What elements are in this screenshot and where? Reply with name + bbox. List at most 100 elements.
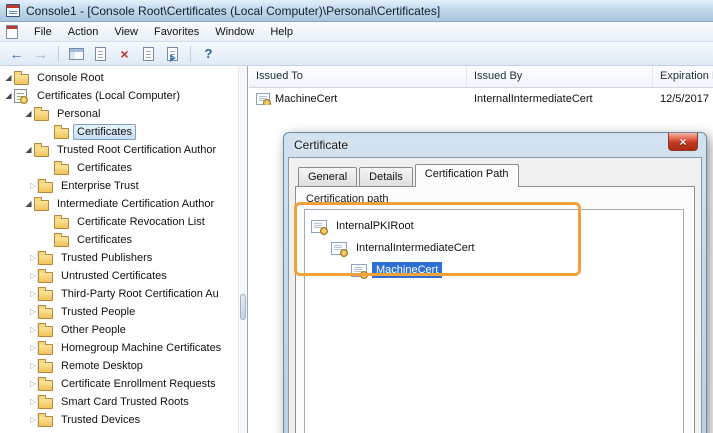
tab-details[interactable]: Details	[359, 167, 413, 186]
collapse-arrow-icon[interactable]: ▷	[23, 268, 38, 284]
export-icon	[95, 47, 106, 61]
collapse-arrow-icon[interactable]: ▷	[23, 358, 38, 374]
path-item-internalpkiroot[interactable]: InternalPKIRoot	[305, 215, 683, 237]
certificate-row[interactable]: MachineCert InternalIntermediateCert 12/…	[249, 90, 713, 108]
export-list-button[interactable]	[162, 44, 183, 64]
expand-arrow-icon[interactable]: ◢	[3, 74, 14, 82]
tree-item-trusted-devices[interactable]: ▷ Trusted Devices	[0, 411, 247, 429]
certificate-icon	[256, 93, 270, 105]
tab-general[interactable]: General	[298, 167, 357, 186]
tree-item-label: Intermediate Certification Author	[53, 196, 218, 212]
tree-item-homegroup[interactable]: ▷ Homegroup Machine Certificates	[0, 339, 247, 357]
tree-item-untrusted-certificates[interactable]: ▷ Untrusted Certificates	[0, 267, 247, 285]
tree-item-personal[interactable]: ◢ Personal	[0, 105, 247, 123]
tree-item-remote-desktop[interactable]: ▷ Remote Desktop	[0, 357, 247, 375]
collapse-arrow-icon[interactable]: ▷	[23, 376, 38, 392]
forward-icon: →	[34, 47, 48, 61]
menu-action[interactable]: Action	[60, 24, 107, 40]
path-item-label: InternalIntermediateCert	[352, 240, 479, 256]
menu-view[interactable]: View	[106, 24, 146, 40]
tree-item-trusted-people[interactable]: ▷ Trusted People	[0, 303, 247, 321]
delete-icon: ×	[120, 47, 128, 61]
collapse-arrow-icon[interactable]: ▷	[23, 394, 38, 410]
tree-item-label: Certificates	[73, 232, 136, 248]
tree-item-trusted-root[interactable]: ◢ Trusted Root Certification Author	[0, 141, 247, 159]
certificate-icon	[331, 242, 347, 255]
certificate-icon	[311, 220, 327, 233]
certificates-snapin-icon	[14, 89, 27, 103]
tree-item-label: Trusted Root Certification Author	[53, 142, 220, 158]
tree-item-certificates-local-computer[interactable]: ◢ Certificates (Local Computer)	[0, 87, 247, 105]
folder-icon	[54, 236, 69, 247]
dialog-body: General Details Certification Path Certi…	[288, 157, 702, 433]
tree-item-label: Certificates	[73, 160, 136, 176]
help-icon: ?	[205, 47, 213, 60]
column-header-issued-by[interactable]: Issued By	[467, 66, 653, 87]
menu-file[interactable]: File	[26, 24, 60, 40]
folder-icon	[38, 254, 53, 265]
folder-icon	[54, 128, 69, 139]
tree-item-label: Remote Desktop	[57, 358, 147, 374]
tree-item-trusted-publishers[interactable]: ▷ Trusted Publishers	[0, 249, 247, 267]
folder-icon	[54, 218, 69, 229]
tree-item-cert-enrollment-requests[interactable]: ▷ Certificate Enrollment Requests	[0, 375, 247, 393]
collapse-arrow-icon[interactable]: ▷	[23, 250, 38, 266]
properties-button[interactable]	[138, 44, 159, 64]
expand-arrow-icon[interactable]: ◢	[23, 146, 34, 154]
certification-path-panel: Certification path InternalPKIRoot Inter…	[295, 186, 695, 433]
export-list-icon	[167, 47, 178, 61]
tree-item-intermediate[interactable]: ◢ Intermediate Certification Author	[0, 195, 247, 213]
tree-item-other-people[interactable]: ▷ Other People	[0, 321, 247, 339]
tree-item-label: Console Root	[33, 70, 108, 86]
tree-item-label: Certificate Revocation List	[73, 214, 209, 230]
tree-item-label: Other People	[57, 322, 130, 338]
dialog-close-button[interactable]: ×	[668, 133, 698, 151]
tab-certification-path[interactable]: Certification Path	[415, 164, 519, 187]
collapse-arrow-icon[interactable]: ▷	[23, 304, 38, 320]
tree-item-console-root[interactable]: ◢ Console Root	[0, 69, 247, 87]
help-button[interactable]: ?	[198, 44, 219, 64]
menu-help[interactable]: Help	[262, 24, 301, 40]
delete-button[interactable]: ×	[114, 44, 135, 64]
expand-arrow-icon[interactable]: ◢	[23, 110, 34, 118]
menu-favorites[interactable]: Favorites	[146, 24, 207, 40]
scrollbar-thumb[interactable]	[240, 294, 246, 320]
export-button[interactable]	[90, 44, 111, 64]
expand-arrow-icon[interactable]: ◢	[3, 92, 14, 100]
dialog-title: Certificate	[294, 138, 348, 152]
tree-item-enterprise-trust[interactable]: ▷ Enterprise Trust	[0, 177, 247, 195]
tree-scrollbar[interactable]	[238, 66, 247, 433]
collapse-arrow-icon[interactable]: ▷	[23, 412, 38, 428]
folder-icon	[38, 344, 53, 355]
collapse-arrow-icon[interactable]: ▷	[23, 340, 38, 356]
tree-item-third-party-root[interactable]: ▷ Third-Party Root Certification Au	[0, 285, 247, 303]
collapse-arrow-icon[interactable]: ▷	[23, 178, 38, 194]
column-header-expiration[interactable]: Expiration D	[653, 66, 713, 87]
console-window-icon[interactable]	[6, 25, 18, 39]
path-item-internalintermediatecert[interactable]: InternalIntermediateCert	[305, 237, 683, 259]
tree-item-smart-card-trusted-roots[interactable]: ▷ Smart Card Trusted Roots	[0, 393, 247, 411]
menu-window[interactable]: Window	[207, 24, 262, 40]
collapse-arrow-icon[interactable]: ▷	[23, 322, 38, 338]
show-tree-button[interactable]	[66, 44, 87, 64]
tree-item-label: Enterprise Trust	[57, 178, 143, 194]
tree-item-trusted-root-certificates[interactable]: Certificates	[0, 159, 247, 177]
tree-item-crl[interactable]: Certificate Revocation List	[0, 213, 247, 231]
tree-item-label: Homegroup Machine Certificates	[57, 340, 225, 356]
tree-item-personal-certificates[interactable]: Certificates	[0, 123, 247, 141]
folder-icon	[34, 200, 49, 211]
expand-arrow-icon[interactable]: ◢	[23, 200, 34, 208]
toolbar-separator	[190, 46, 191, 62]
path-item-label: InternalPKIRoot	[332, 218, 418, 234]
folder-icon	[14, 74, 29, 85]
path-item-machinecert[interactable]: MachineCert	[305, 259, 683, 281]
window-titlebar: Console1 - [Console Root\Certificates (L…	[0, 0, 713, 22]
column-header-issued-to[interactable]: Issued To	[249, 66, 467, 87]
forward-button[interactable]: →	[30, 44, 51, 64]
tree-item-intermediate-certificates[interactable]: Certificates	[0, 231, 247, 249]
expiration-value: 12/5/2017	[660, 93, 709, 105]
back-button[interactable]: ←	[6, 44, 27, 64]
folder-icon	[38, 290, 53, 301]
tree-item-label: Certificates (Local Computer)	[33, 88, 184, 104]
collapse-arrow-icon[interactable]: ▷	[23, 286, 38, 302]
